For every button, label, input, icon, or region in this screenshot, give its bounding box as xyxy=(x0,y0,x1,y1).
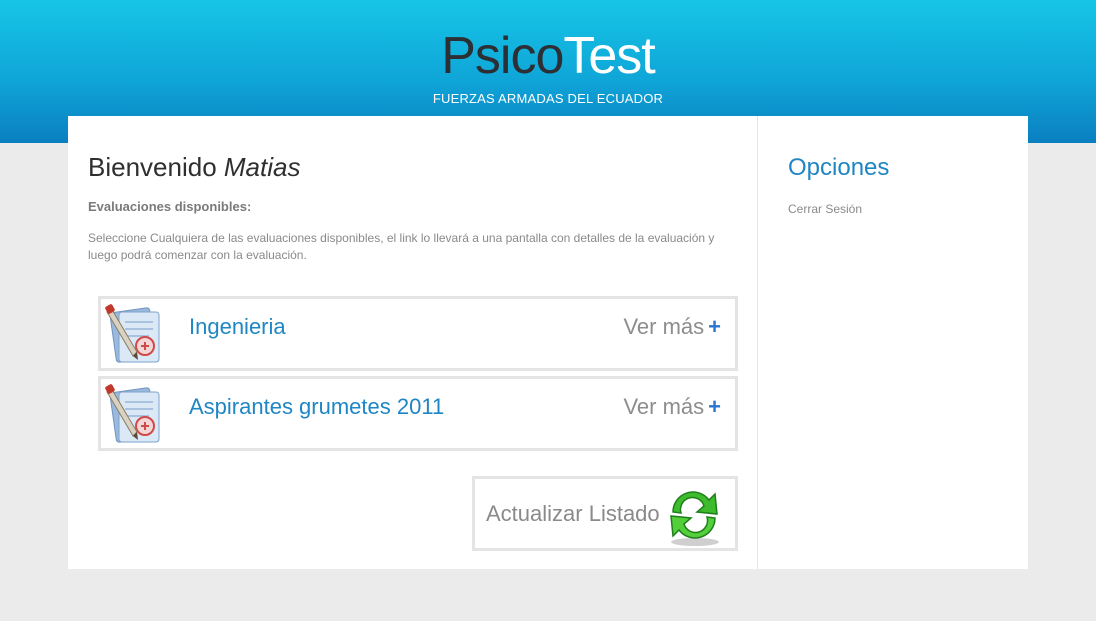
main-column: Bienvenido Matias Evaluaciones disponibl… xyxy=(68,116,758,569)
ver-mas-link[interactable]: Ver más + xyxy=(623,394,721,420)
welcome-heading: Bienvenido Matias xyxy=(88,152,300,183)
ver-mas-link[interactable]: Ver más + xyxy=(623,314,721,340)
logo-text-psico: Psico xyxy=(441,27,564,85)
plus-icon: + xyxy=(708,314,721,339)
welcome-prefix: Bienvenido xyxy=(88,152,217,182)
logo-text-test: Test xyxy=(563,27,655,85)
document-pen-icon xyxy=(105,304,160,363)
refresh-list-button[interactable]: Actualizar Listado xyxy=(472,476,738,551)
site-logo[interactable]: PsicoTest xyxy=(0,28,1096,84)
document-pen-icon xyxy=(105,384,160,443)
evaluation-item-ingenieria[interactable]: Ingenieria Ver más + xyxy=(98,296,738,371)
sidebar: Opciones Cerrar Sesión xyxy=(758,116,1028,569)
refresh-arrows-icon xyxy=(670,491,719,546)
plus-icon: + xyxy=(708,394,721,419)
user-name: Matias xyxy=(223,152,301,182)
sidebar-title: Opciones xyxy=(788,154,890,181)
section-title: Evaluaciones disponibles: xyxy=(88,199,252,214)
refresh-list-label: Actualizar Listado xyxy=(486,501,660,526)
ver-mas-label: Ver más xyxy=(623,314,705,339)
content-panel: Bienvenido Matias Evaluaciones disponibl… xyxy=(68,116,1028,569)
site-subtitle: FUERZAS ARMADAS DEL ECUADOR xyxy=(432,91,664,106)
evaluation-item-aspirantes[interactable]: Aspirantes grumetes 2011 Ver más + xyxy=(98,376,738,451)
logout-link[interactable]: Cerrar Sesión xyxy=(788,202,862,216)
section-description: Seleccione Cualquiera de las evaluacione… xyxy=(88,231,715,262)
ver-mas-label: Ver más xyxy=(623,394,705,419)
evaluation-name: Ingenieria xyxy=(189,314,286,339)
evaluation-name: Aspirantes grumetes 2011 xyxy=(189,394,445,419)
